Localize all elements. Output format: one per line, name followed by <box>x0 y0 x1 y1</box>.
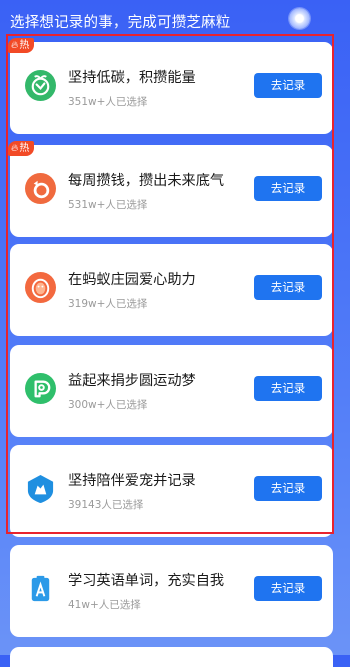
flame-icon: 🔥︎ <box>11 143 19 154</box>
task-title: 坚持低碳，积攒能量 <box>68 70 196 86</box>
task-card-next[interactable] <box>10 647 333 667</box>
task-card-charity-steps[interactable]: 益起来捐步圆运动梦 300w+人已选择 去记录 <box>10 345 333 437</box>
task-participants: 39143人已选择 <box>68 499 144 511</box>
hot-badge: 🔥︎热 <box>8 38 35 53</box>
record-button[interactable]: 去记录 <box>254 376 322 401</box>
charity-steps-icon <box>25 373 56 404</box>
leaf-eco-icon <box>25 70 56 101</box>
task-card-weekly-savings[interactable]: 🔥︎热 每周攒钱，攒出未来底气 531w+人已选择 去记录 <box>8 141 333 237</box>
task-participants: 300w+人已选择 <box>68 399 148 411</box>
task-list: 🔥︎热 坚持低碳，积攒能量 351w+人已选择 去记录 🔥︎热 每周攒钱，攒出未… <box>0 0 350 667</box>
task-title: 益起来捐步圆运动梦 <box>68 373 196 389</box>
task-title: 学习英语单词，充实自我 <box>68 573 225 589</box>
record-button[interactable]: 去记录 <box>254 176 322 201</box>
task-participants: 531w+人已选择 <box>68 199 148 211</box>
chick-egg-icon <box>25 272 56 303</box>
task-card-low-carbon[interactable]: 🔥︎热 坚持低碳，积攒能量 351w+人已选择 去记录 <box>8 38 333 134</box>
record-button[interactable]: 去记录 <box>254 576 322 601</box>
flame-icon: 🔥︎ <box>11 40 19 51</box>
pet-shield-icon <box>25 473 56 504</box>
hot-badge: 🔥︎热 <box>8 141 35 156</box>
task-title: 在蚂蚁庄园爱心助力 <box>68 272 196 288</box>
task-card-english-vocab[interactable]: 学习英语单词，充实自我 41w+人已选择 去记录 <box>10 545 333 637</box>
task-title: 每周攒钱，攒出未来底气 <box>68 173 225 189</box>
record-button[interactable]: 去记录 <box>254 476 322 501</box>
record-button[interactable]: 去记录 <box>254 73 322 98</box>
record-button[interactable]: 去记录 <box>254 275 322 300</box>
task-participants: 41w+人已选择 <box>68 599 141 611</box>
task-card-pet-companion[interactable]: 坚持陪伴爱宠并记录 39143人已选择 去记录 <box>10 445 333 537</box>
task-participants: 351w+人已选择 <box>68 96 148 108</box>
english-vocab-icon <box>25 573 56 604</box>
task-participants: 319w+人已选择 <box>68 298 148 310</box>
task-card-ant-farm[interactable]: 在蚂蚁庄园爱心助力 319w+人已选择 去记录 <box>10 244 333 336</box>
savings-piggy-icon <box>25 173 56 204</box>
task-title: 坚持陪伴爱宠并记录 <box>68 473 196 489</box>
